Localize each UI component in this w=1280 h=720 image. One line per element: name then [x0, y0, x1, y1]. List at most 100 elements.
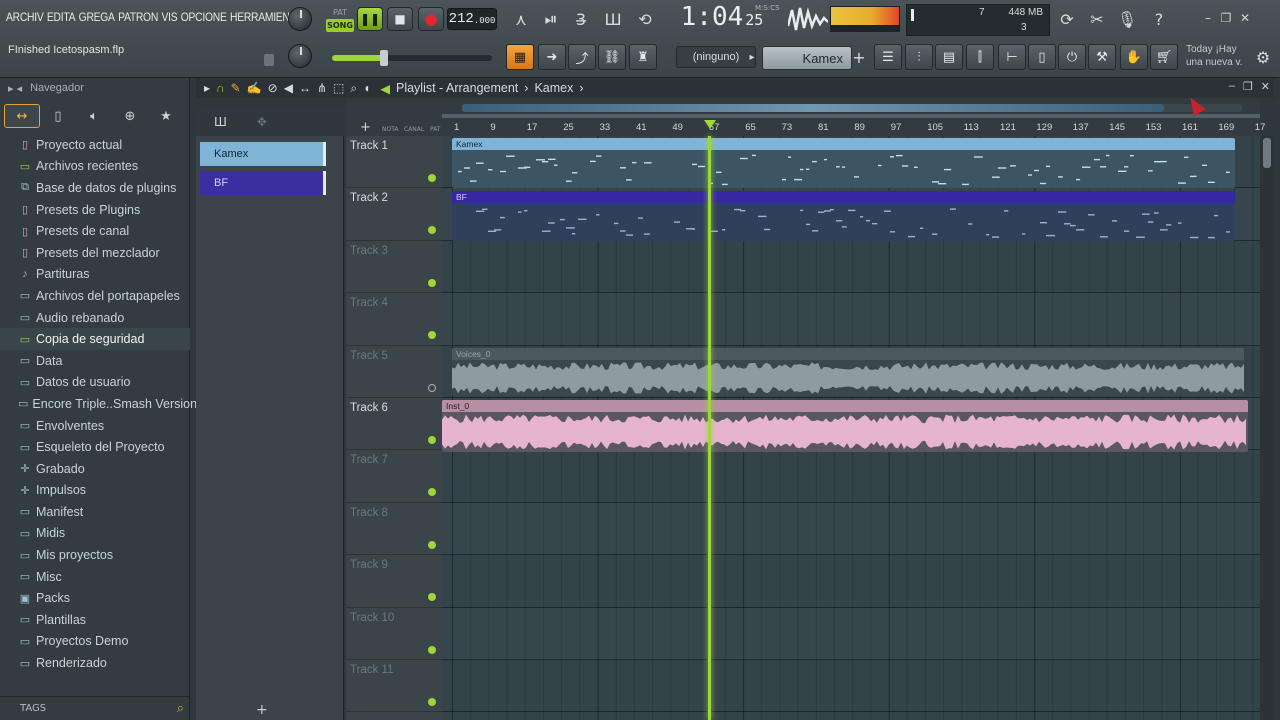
- playback-icon[interactable]: ◖: [363, 81, 370, 96]
- pattern-clip-kamex[interactable]: Kamex: [452, 138, 1235, 188]
- paint-icon[interactable]: ✍: [247, 81, 262, 96]
- tools-icon[interactable]: ⚒: [1088, 44, 1116, 70]
- track-lane[interactable]: [442, 503, 1260, 556]
- browser-item[interactable]: ▭ Plantillas: [0, 609, 190, 631]
- browser-files-icon[interactable]: ▯: [40, 104, 76, 128]
- track-enable-icon[interactable]: [428, 645, 436, 654]
- picker-audio-icon[interactable]: ✥: [257, 115, 267, 129]
- track-enable-icon[interactable]: [428, 331, 436, 340]
- browser-item[interactable]: ✛ Impulsos: [0, 480, 190, 502]
- tempo-display[interactable]: 212.000: [447, 8, 497, 30]
- news-panel[interactable]: Today ¡Hay una nueva v.: [1186, 43, 1250, 69]
- mute-icon[interactable]: ◀: [284, 81, 293, 96]
- playlist-menu-icon[interactable]: ▸: [204, 81, 210, 96]
- track-enable-icon[interactable]: [428, 174, 436, 182]
- track-header[interactable]: Track 10: [346, 608, 442, 660]
- slide-tool-icon[interactable]: ⤴: [568, 44, 596, 70]
- browser-item[interactable]: ▭ Data: [0, 350, 190, 372]
- track-header[interactable]: Track 9: [346, 555, 442, 608]
- playlist-view-icon[interactable]: ☰: [874, 44, 902, 70]
- browser-item[interactable]: ⧉ Base de datos de plugins: [0, 177, 190, 199]
- browser-all-icon[interactable]: ↔: [4, 104, 40, 128]
- pat-song-toggle[interactable]: PAT SONG: [326, 6, 354, 32]
- browser-item[interactable]: ▣ Packs: [0, 587, 190, 609]
- track-enable-icon[interactable]: [428, 436, 436, 444]
- track-lane[interactable]: [442, 660, 1260, 713]
- select-icon[interactable]: ⬚: [333, 81, 344, 96]
- track-enable-icon[interactable]: [428, 540, 436, 549]
- loop-record-icon[interactable]: ⟲: [632, 6, 658, 32]
- picker-clip-kamex[interactable]: Kamex: [200, 142, 326, 166]
- browser-audio-icon[interactable]: 🔈︎: [76, 104, 112, 128]
- playlist-play-icon[interactable]: ◀: [380, 81, 390, 96]
- magnet-icon[interactable]: ∩: [216, 81, 225, 96]
- menu-add[interactable]: GREGA: [79, 10, 115, 24]
- play-pause-button[interactable]: ❚❚: [357, 7, 383, 31]
- loop-region[interactable]: [442, 114, 1260, 118]
- stop-button[interactable]: ■: [387, 7, 413, 31]
- playhead-marker-icon[interactable]: [704, 120, 716, 129]
- track-enable-icon[interactable]: [428, 278, 436, 287]
- wait-for-input-icon[interactable]: ⏯: [538, 6, 564, 32]
- master-volume-knob[interactable]: [288, 7, 312, 31]
- browser-item[interactable]: ▭ Manifest: [0, 501, 190, 523]
- settings-gear-icon[interactable]: ⚙: [1250, 44, 1276, 70]
- pattern-prev-icon[interactable]: ▸: [744, 44, 760, 70]
- metronome-icon[interactable]: ⋏: [508, 6, 534, 32]
- link-icon[interactable]: ⛓: [598, 44, 626, 70]
- search-icon[interactable]: ⌕: [177, 701, 184, 716]
- record-button[interactable]: ●: [418, 7, 444, 31]
- browser-item[interactable]: ▯ Presets del mezclador: [0, 242, 190, 264]
- delete-icon[interactable]: ⊘: [268, 81, 278, 96]
- cut-tool-icon[interactable]: ✂: [1084, 6, 1110, 32]
- playhead[interactable]: [708, 136, 711, 720]
- pattern-selector[interactable]: Kamex: [762, 46, 852, 70]
- master-volume-slider[interactable]: [332, 50, 492, 66]
- picker-add-icon[interactable]: +: [256, 702, 268, 718]
- track-header[interactable]: Track 2: [346, 188, 448, 241]
- browser-item[interactable]: ▭ Audio rebanado: [0, 307, 190, 329]
- countdown-icon[interactable]: 3̶: [568, 6, 594, 32]
- browser-item[interactable]: ▭ Renderizado: [0, 652, 190, 674]
- audio-clip-inst[interactable]: Inst_0: [442, 400, 1248, 452]
- track-enable-icon[interactable]: [428, 698, 436, 706]
- stamp-icon[interactable]: ♜: [629, 44, 657, 70]
- track-lane[interactable]: [442, 555, 1260, 608]
- browser-item[interactable]: ▭ Datos de usuario: [0, 372, 190, 394]
- add-track-icon[interactable]: +: [360, 120, 371, 135]
- hand-icon[interactable]: ✋: [1120, 44, 1148, 70]
- close-icon[interactable]: ✕: [1237, 10, 1253, 26]
- browser-arrow-icon[interactable]: ▸ ◂: [8, 82, 22, 95]
- track-header[interactable]: Track 8: [346, 503, 442, 556]
- undo-history-icon[interactable]: ⟳: [1054, 6, 1080, 32]
- playlist-grid[interactable]: Kamex BF Voices_0 Inst_0: [442, 136, 1260, 720]
- playlist-restore-icon[interactable]: ❐: [1243, 80, 1253, 93]
- slice-icon[interactable]: ⋔: [317, 81, 327, 96]
- add-pattern-icon[interactable]: +: [852, 44, 866, 70]
- step-edit-icon[interactable]: Ш: [600, 6, 626, 32]
- arrow-right-icon[interactable]: ➜: [538, 44, 566, 70]
- menu-file[interactable]: ARCHIV: [6, 10, 44, 24]
- breadcrumb-more-icon[interactable]: ›: [579, 81, 583, 96]
- browser-item[interactable]: ▭ Proyectos Demo: [0, 631, 190, 653]
- browser-item[interactable]: ▭ Mis proyectos: [0, 544, 190, 566]
- playlist-close-icon[interactable]: ✕: [1261, 80, 1270, 93]
- menu-edit[interactable]: EDITA: [47, 10, 76, 24]
- zoom-icon[interactable]: ⌕: [350, 81, 357, 96]
- track-header[interactable]: Track 1: [346, 136, 448, 189]
- track-header[interactable]: Track 6: [346, 398, 448, 451]
- track-enable-icon[interactable]: [428, 488, 436, 497]
- picker-pattern-icon[interactable]: Ш: [214, 115, 227, 129]
- pencil-icon[interactable]: ✎: [231, 81, 241, 96]
- lock-icon[interactable]: [264, 54, 274, 66]
- picker-clip-bf[interactable]: BF: [200, 171, 326, 195]
- browser-item[interactable]: ▭ Misc: [0, 566, 190, 588]
- playlist-minimize-icon[interactable]: –: [1229, 80, 1235, 93]
- audio-clip-voices[interactable]: Voices_0: [452, 348, 1244, 396]
- track-enable-icon[interactable]: [428, 226, 436, 235]
- browser-item[interactable]: ▭ Encore Triple..Smash Version: [0, 393, 197, 415]
- browser-item[interactable]: ▭ Copia de seguridad: [0, 328, 190, 350]
- track-enable-icon[interactable]: [428, 593, 436, 602]
- file-icon[interactable]: ▯: [1028, 44, 1056, 70]
- piano-roll-icon[interactable]: ⫶: [905, 44, 933, 70]
